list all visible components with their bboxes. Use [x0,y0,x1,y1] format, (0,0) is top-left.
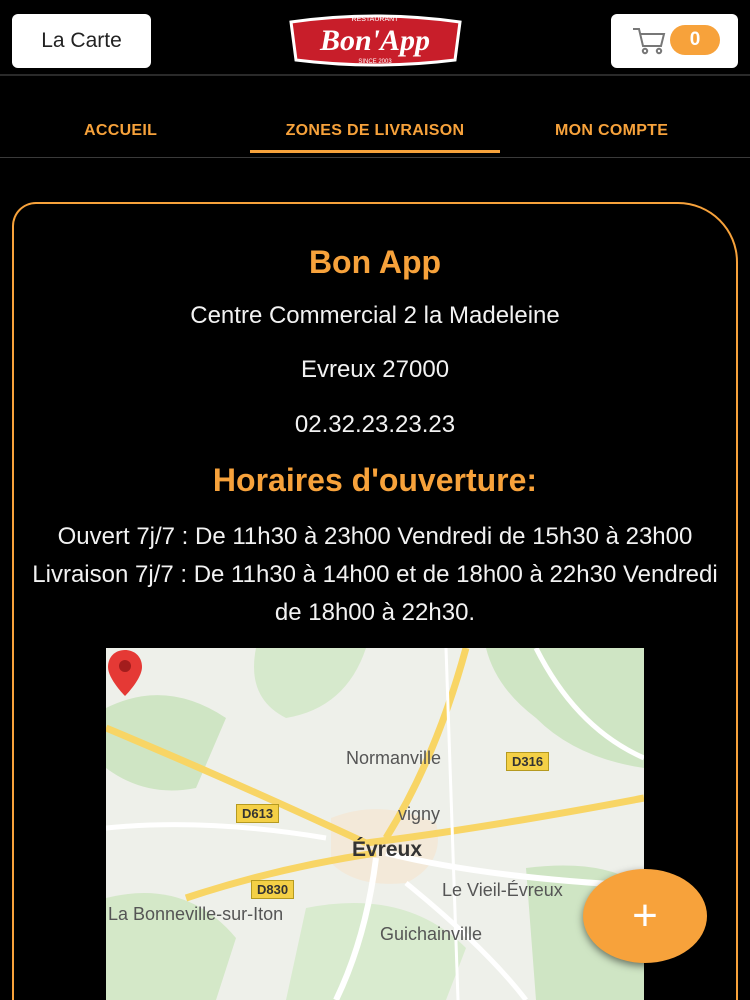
tab-mon-compte[interactable]: MON COMPTE [555,122,668,140]
logo-top-text: RESTAURANT [352,16,400,23]
phone-number[interactable]: 02.32.23.23.23 [0,411,750,439]
map-road-d316: D316 [506,752,550,771]
address-line-1: Centre Commercial 2 la Madeleine [190,302,560,329]
logo-main-text: Bon'App [319,24,430,57]
tab-zones-de-livraison[interactable]: ZONES DE LIVRAISON [250,122,500,153]
map-pin-icon[interactable] [106,648,144,698]
map-label-vieil-evreux: Le Vieil-Évreux [442,880,563,900]
map-label-guichainville: Guichainville [380,924,483,944]
location-map[interactable]: Normanville D316 D613 vigny Évreux D830 … [106,648,644,1000]
map-road-d613: D613 [236,804,280,823]
hours-text: Ouvert 7j/7 : De 11h30 à 23h00 Vendredi … [32,523,718,626]
map-label-bonneville: La Bonneville-sur-Iton [108,904,284,924]
restaurant-name: Bon App [308,244,442,280]
hours-title: Horaires d'ouverture: [212,462,538,498]
add-fab-button[interactable]: + [583,869,707,963]
map-label-normanville: Normanville [346,748,442,768]
logo-bottom-text: SINCE 2003 [358,59,392,65]
top-bar: La Carte RESTAURANT Bon'App SINCE 2003 0 [0,0,750,76]
cart-icon [633,28,666,55]
logo-graphic: RESTAURANT Bon'App SINCE 2003 [289,14,462,67]
main-navigation: ACCUEIL ZONES DE LIVRAISON MON COMPTE [0,110,750,158]
address-line-2: Evreux 27000 [300,356,450,383]
map-label-evreux: Évreux [352,838,423,861]
restaurant-logo[interactable]: RESTAURANT Bon'App SINCE 2003 [283,8,468,72]
cart-button[interactable]: 0 [611,14,738,68]
cart-count-badge: 0 [670,25,720,55]
map-background [106,648,644,1000]
map-label-gravigny: vigny [398,804,441,824]
tab-accueil[interactable]: ACCUEIL [84,122,157,140]
menu-button[interactable]: La Carte [12,14,151,68]
map-road-d830: D830 [251,880,295,899]
